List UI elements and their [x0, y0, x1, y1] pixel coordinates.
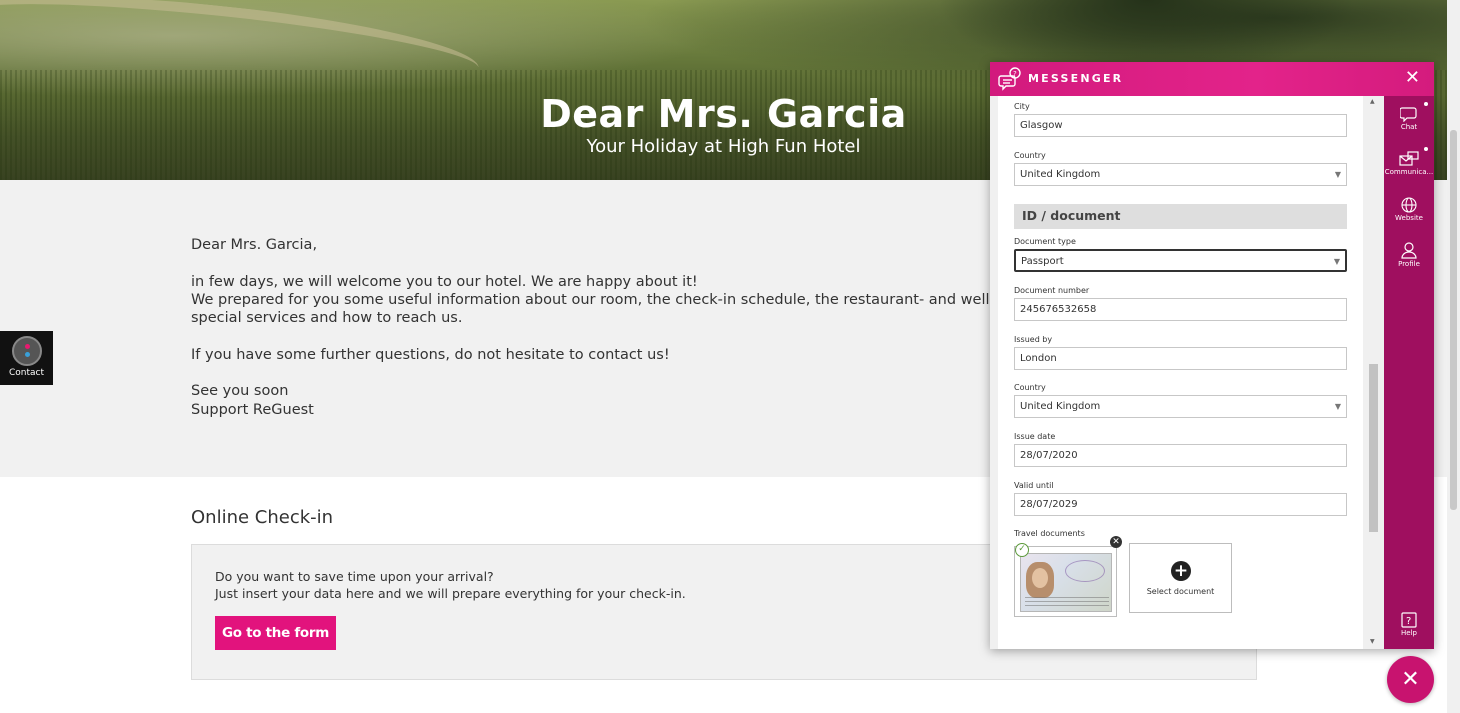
notification-dot [1424, 102, 1428, 106]
valid-until-field[interactable]: 28/07/2029 [1014, 493, 1347, 516]
sidebar-item-help[interactable]: ? Help [1384, 612, 1434, 637]
issue-date-label: Issue date [1014, 432, 1056, 441]
messenger-panel: ? MESSENGER ✕ City Glasgow Country Unite… [990, 62, 1434, 649]
messenger-toggle-close-button[interactable]: ✕ [1387, 656, 1434, 703]
passport-mrz [1025, 597, 1109, 607]
contact-label: Contact [8, 368, 44, 378]
sidebar-label-chat: Chat [1400, 123, 1418, 131]
chevron-down-icon: ▼ [1333, 257, 1340, 266]
welcome-letter: Dear Mrs. Garcia, in few days, we will w… [191, 236, 1021, 437]
id-document-section-title: ID / document [1014, 204, 1347, 229]
document-country-value: United Kingdom [1020, 401, 1101, 412]
passport-stamp [1065, 560, 1105, 582]
travel-documents-label: Travel documents [1014, 529, 1085, 538]
letter-questions: If you have some further questions, do n… [191, 346, 670, 363]
document-type-select[interactable]: Passport ▼ [1014, 249, 1347, 272]
contact-icon [11, 336, 42, 366]
scroll-up-arrow-icon[interactable]: ▲ [1370, 98, 1375, 105]
city-field[interactable]: Glasgow [1014, 114, 1347, 137]
checkin-title: Online Check-in [191, 507, 334, 528]
letter-line-3: special services and how to reach us. [191, 310, 463, 327]
city-label: City [1014, 102, 1030, 111]
profile-icon [1401, 242, 1417, 259]
form-gutter [990, 96, 998, 649]
sidebar-item-website[interactable]: Website [1384, 197, 1434, 222]
letter-signature: Support ReGuest [191, 401, 314, 418]
svg-text:?: ? [1013, 70, 1017, 78]
country-label: Country [1014, 151, 1046, 160]
sidebar-label-communication: Communica... [1384, 168, 1434, 176]
globe-icon [1401, 197, 1417, 213]
letter-closing: See you soon Support ReGuest [191, 382, 1021, 419]
messenger-logo-icon: ? [998, 67, 1021, 91]
checkmark-icon: ✓ [1015, 543, 1029, 557]
checkin-text: Do you want to save time upon your arriv… [215, 568, 686, 602]
sidebar-label-help: Help [1401, 629, 1417, 637]
letter-greeting: Dear Mrs. Garcia, [191, 237, 318, 253]
sidebar-item-profile[interactable]: Profile [1384, 242, 1434, 268]
help-icon: ? [1401, 612, 1417, 628]
chevron-down-icon: ▼ [1334, 170, 1341, 179]
page-scrollbar[interactable] [1447, 0, 1460, 713]
document-type-label: Document type [1014, 237, 1076, 246]
sidebar-item-communication[interactable]: Communica... [1384, 147, 1434, 176]
document-number-field[interactable]: 245676532658 [1014, 298, 1347, 321]
country-value: United Kingdom [1020, 169, 1101, 180]
passport-image [1020, 553, 1112, 612]
country-select[interactable]: United Kingdom ▼ [1014, 163, 1347, 186]
letter-line-1: in few days, we will welcome you to our … [191, 273, 698, 290]
messenger-close-button[interactable]: ✕ [1405, 69, 1420, 87]
select-document-label: Select document [1146, 587, 1215, 596]
notification-dot [1424, 147, 1428, 151]
messenger-header: ? MESSENGER ✕ [990, 62, 1434, 96]
chevron-down-icon: ▼ [1334, 402, 1341, 411]
document-country-label: Country [1014, 383, 1046, 392]
sidebar-label-profile: Profile [1398, 260, 1420, 268]
messenger-scrollbar-thumb[interactable] [1369, 364, 1378, 532]
passport-thumbnail[interactable] [1014, 546, 1117, 617]
checkin-text-1: Do you want to save time upon your arriv… [215, 569, 494, 584]
go-to-form-button[interactable]: Go to the form [215, 616, 336, 650]
plus-circle-icon: + [1171, 561, 1191, 581]
document-type-value: Passport [1021, 256, 1064, 267]
valid-until-label: Valid until [1014, 481, 1054, 490]
document-number-label: Document number [1014, 286, 1090, 295]
select-document-button[interactable]: + Select document [1129, 543, 1232, 613]
page-scrollbar-thumb[interactable] [1450, 130, 1457, 510]
contact-tab[interactable]: Contact [0, 331, 53, 385]
scroll-down-arrow-icon[interactable]: ▼ [1370, 638, 1375, 645]
document-country-select[interactable]: United Kingdom ▼ [1014, 395, 1347, 418]
remove-document-icon[interactable]: ✕ [1110, 536, 1122, 548]
issued-by-field[interactable]: London [1014, 347, 1347, 370]
chat-icon [1400, 107, 1417, 122]
sidebar-label-website: Website [1395, 214, 1423, 222]
messenger-form: City Glasgow Country United Kingdom ▼ ID… [990, 96, 1384, 649]
letter-line-2: We prepared for you some useful informat… [191, 291, 1021, 308]
passport-photo [1026, 562, 1054, 598]
letter-closing-1: See you soon [191, 383, 289, 400]
communication-icon [1399, 151, 1419, 166]
checkin-text-2: Just insert your data here and we will p… [215, 586, 686, 601]
messenger-scrollbar[interactable]: ▲ ▼ [1363, 96, 1384, 649]
messenger-title: MESSENGER [1028, 72, 1124, 85]
letter-body: in few days, we will welcome you to our … [191, 273, 1021, 328]
issued-by-label: Issued by [1014, 335, 1053, 344]
svg-text:?: ? [1406, 616, 1411, 627]
issue-date-field[interactable]: 28/07/2020 [1014, 444, 1347, 467]
sidebar-item-chat[interactable]: Chat [1384, 102, 1434, 131]
messenger-sidebar: Chat Communica... Website Profile ? Help [1384, 96, 1434, 649]
